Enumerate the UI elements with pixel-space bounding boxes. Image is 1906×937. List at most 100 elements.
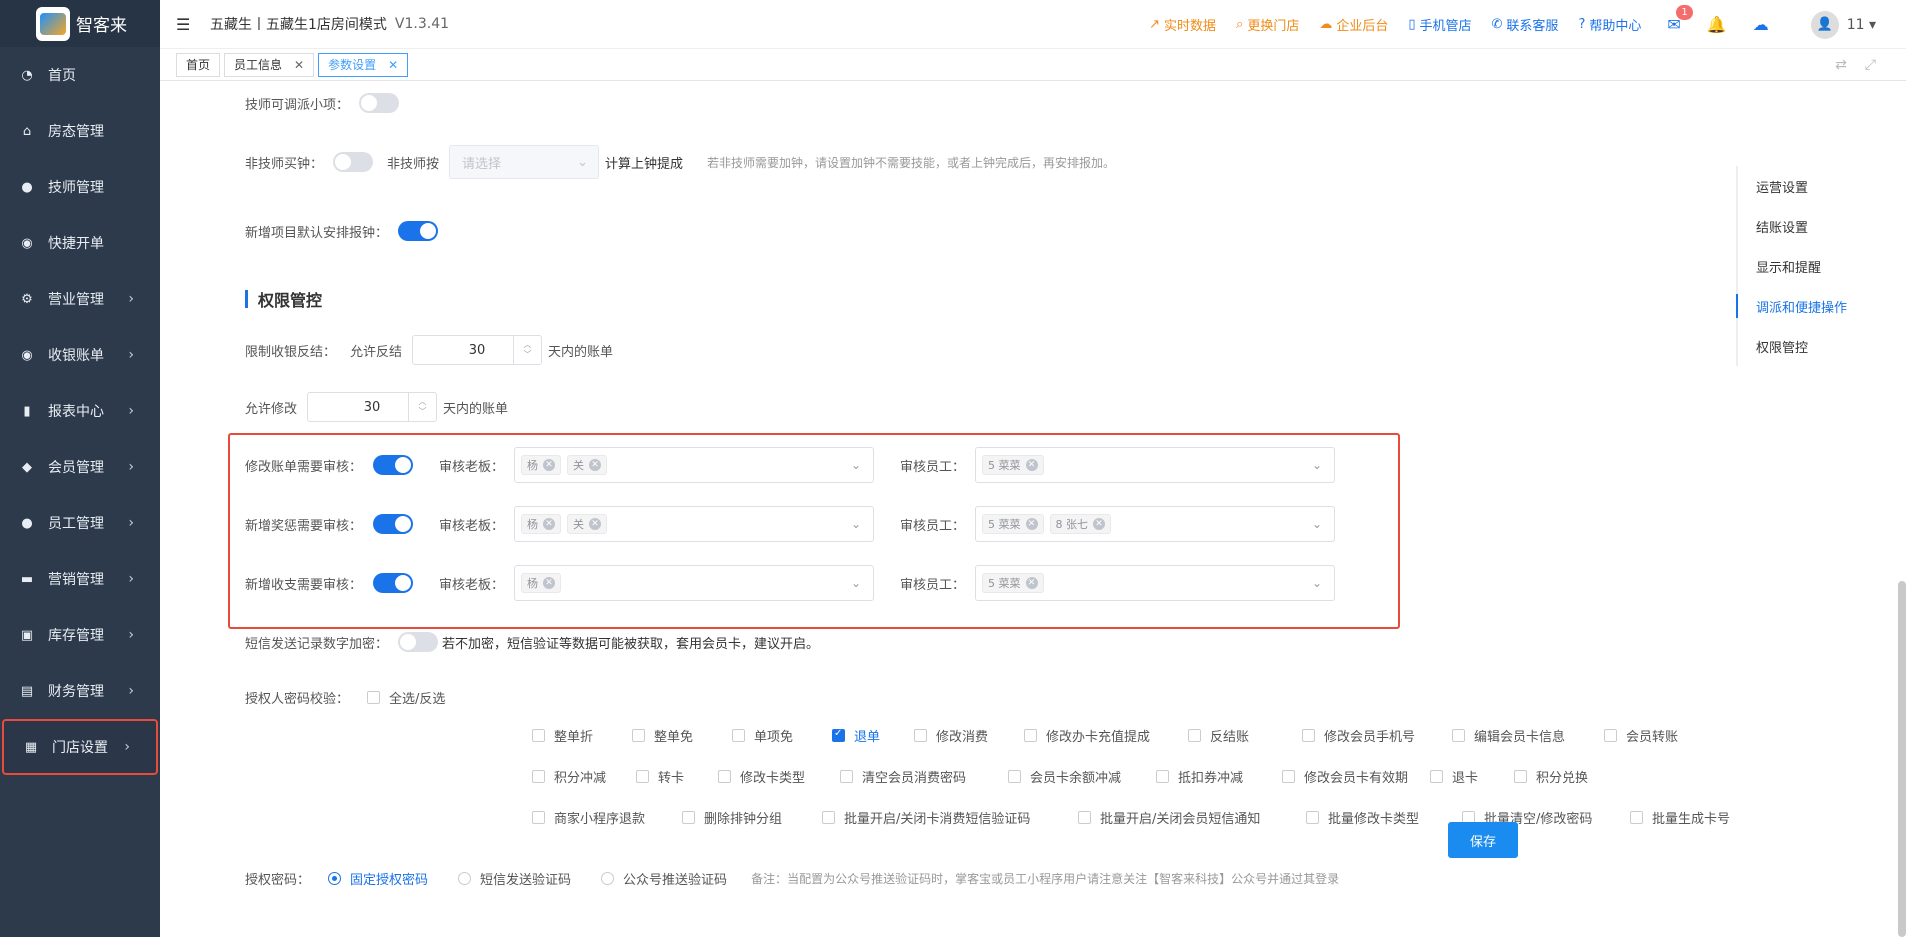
scrollbar[interactable] — [1898, 581, 1906, 937]
audit-bill-toggle[interactable] — [373, 455, 413, 475]
checkbox[interactable] — [1008, 770, 1021, 783]
permission-checkbox[interactable]: 积分兑换 — [1514, 767, 1614, 786]
permission-checkbox[interactable]: 修改卡类型 — [718, 767, 840, 786]
tab-parameter-settings[interactable]: 参数设置 ✕ — [318, 52, 409, 77]
checkbox[interactable] — [840, 770, 853, 783]
anchor-checkout[interactable]: 结账设置 — [1738, 206, 1906, 246]
audit-income-toggle[interactable] — [373, 573, 413, 593]
permission-checkbox[interactable]: 单项免 — [732, 726, 832, 745]
nontech-buy-toggle[interactable] — [333, 152, 374, 172]
permission-checkbox[interactable]: 积分冲减 — [532, 767, 636, 786]
enterprise-backend-link[interactable]: ☁ 企业后台 — [1319, 15, 1388, 34]
sidebar-item-2[interactable]: ● 技师管理 — [0, 159, 160, 215]
checkbox[interactable] — [732, 729, 745, 742]
fullscreen-icon[interactable]: ⤢ — [1865, 57, 1876, 73]
tab-employee-info[interactable]: 员工信息 ✕ — [224, 52, 315, 77]
permission-checkbox[interactable]: 商家小程序退款 — [532, 808, 682, 827]
sms-encrypt-toggle[interactable] — [398, 632, 439, 652]
checkbox[interactable] — [1630, 811, 1643, 824]
select-all-checkbox[interactable]: 全选/反选 — [367, 688, 445, 707]
reverse-days-input[interactable]: 30 ︿ ﹀ — [412, 335, 543, 365]
permission-checkbox[interactable]: 批量修改卡类型 — [1306, 808, 1462, 827]
checkbox[interactable] — [532, 811, 545, 824]
realtime-data-link[interactable]: ↗ 实时数据 — [1149, 15, 1216, 34]
nontech-select[interactable]: 请选择 ⌄ — [449, 145, 600, 179]
menu-toggle-icon[interactable]: ☰ — [176, 15, 194, 34]
permission-checkbox[interactable]: 会员卡余额冲减 — [1008, 767, 1156, 786]
close-icon[interactable]: ✕ — [589, 459, 602, 471]
checkbox[interactable] — [1188, 729, 1201, 742]
close-icon[interactable]: ✕ — [1025, 459, 1038, 471]
checkbox[interactable] — [1430, 770, 1443, 783]
close-icon[interactable]: ✕ — [543, 459, 556, 471]
permission-checkbox[interactable]: 清空会员消费密码 — [840, 767, 1008, 786]
permission-checkbox[interactable]: 退卡 — [1430, 767, 1514, 786]
sidebar-item-3[interactable]: ◉ 快捷开单 — [0, 215, 160, 271]
help-center-link[interactable]: ? 帮助中心 — [1578, 15, 1641, 34]
radio-wechat-code[interactable]: 公众号推送验证码 — [601, 869, 727, 888]
refresh-icon[interactable]: ⇄ — [1835, 57, 1847, 73]
checkbox[interactable] — [1306, 811, 1319, 824]
checkbox[interactable] — [1078, 811, 1091, 824]
checkbox[interactable] — [1604, 729, 1617, 742]
checkbox[interactable] — [1282, 770, 1295, 783]
audit-boss-select[interactable]: 杨 ✕ ⌄ — [514, 565, 875, 601]
checkbox[interactable] — [1452, 729, 1465, 742]
checkbox[interactable] — [1156, 770, 1169, 783]
permission-checkbox[interactable]: 修改会员卡有效期 — [1282, 767, 1430, 786]
sidebar-item-9[interactable]: ▬ 营销管理 › — [0, 551, 160, 607]
radio-sms-code[interactable]: 短信发送验证码 — [458, 869, 571, 888]
close-icon[interactable]: ✕ — [543, 518, 556, 530]
sidebar-item-1[interactable]: ⌂ 房态管理 — [0, 103, 160, 159]
permission-checkbox[interactable]: 批量开启/关闭卡消费短信验证码 — [822, 808, 1078, 827]
permission-checkbox[interactable]: 批量开启/关闭会员短信通知 — [1078, 808, 1306, 827]
stepper-arrows[interactable]: ︿ ﹀ — [408, 393, 436, 421]
permission-checkbox[interactable]: 转卡 — [636, 767, 718, 786]
checkbox[interactable] — [632, 729, 645, 742]
permission-checkbox[interactable]: 修改办卡充值提成 — [1024, 726, 1188, 745]
audit-staff-select[interactable]: 5 菜菜 ✕ ⌄ — [975, 447, 1336, 483]
close-icon[interactable]: ✕ — [294, 58, 304, 72]
close-icon[interactable]: ✕ — [1093, 518, 1106, 530]
audit-boss-select[interactable]: 杨 ✕ 关 ✕ ⌄ — [514, 506, 875, 542]
contact-service-link[interactable]: ✆ 联系客服 — [1492, 15, 1559, 34]
checkbox[interactable] — [822, 811, 835, 824]
cloud-icon[interactable]: ☁ — [1753, 15, 1769, 34]
user-name[interactable]: 11 ▾ — [1847, 17, 1876, 33]
permission-checkbox[interactable]: 修改会员手机号 — [1302, 726, 1452, 745]
anchor-operation[interactable]: 运营设置 — [1738, 166, 1906, 206]
sidebar-item-5[interactable]: ◉ 收银账单 › — [0, 327, 160, 383]
close-icon[interactable]: ✕ — [1025, 577, 1038, 589]
audit-staff-select[interactable]: 5 菜菜 ✕ ⌄ — [975, 565, 1336, 601]
audit-staff-select[interactable]: 5 菜菜 ✕ 8 张七 ✕ ⌄ — [975, 506, 1336, 542]
sidebar-item-11[interactable]: ▤ 财务管理 › — [0, 663, 160, 719]
mobile-store-link[interactable]: ▯ 手机管店 — [1408, 15, 1471, 34]
checkbox[interactable] — [1302, 729, 1315, 742]
stepper-arrows[interactable]: ︿ ﹀ — [513, 336, 541, 364]
audit-reward-toggle[interactable] — [373, 514, 413, 534]
anchor-permission[interactable]: 权限管控 — [1738, 326, 1906, 366]
permission-checkbox[interactable]: 退单 — [832, 726, 914, 745]
permission-checkbox[interactable]: 删除排钟分组 — [682, 808, 822, 827]
save-button[interactable]: 保存 — [1448, 822, 1518, 858]
sidebar-item-8[interactable]: ● 员工管理 › — [0, 495, 160, 551]
radio-fixed-password[interactable]: 固定授权密码 — [328, 869, 428, 888]
checkbox[interactable] — [682, 811, 695, 824]
checkbox[interactable] — [718, 770, 731, 783]
switch-store-link[interactable]: ⌕ 更换门店 — [1236, 15, 1299, 34]
checkbox[interactable] — [532, 770, 545, 783]
sidebar-item-0[interactable]: ◔ 首页 — [0, 47, 160, 103]
permission-checkbox[interactable]: 整单免 — [632, 726, 732, 745]
close-icon[interactable]: ✕ — [1025, 518, 1038, 530]
sidebar-item-4[interactable]: ⚙ 营业管理 › — [0, 271, 160, 327]
checkbox[interactable] — [832, 728, 845, 742]
new-item-toggle[interactable] — [398, 221, 439, 241]
permission-checkbox[interactable]: 整单折 — [532, 726, 632, 745]
anchor-display[interactable]: 显示和提醒 — [1738, 246, 1906, 286]
bell-icon[interactable]: 🔔 — [1707, 15, 1727, 34]
close-icon[interactable]: ✕ — [589, 518, 602, 530]
mail-icon[interactable]: ✉ 1 — [1667, 5, 1693, 34]
permission-checkbox[interactable]: 抵扣券冲减 — [1156, 767, 1282, 786]
sidebar-item-12[interactable]: ▦ 门店设置 › — [2, 719, 158, 775]
close-icon[interactable]: ✕ — [388, 58, 398, 72]
